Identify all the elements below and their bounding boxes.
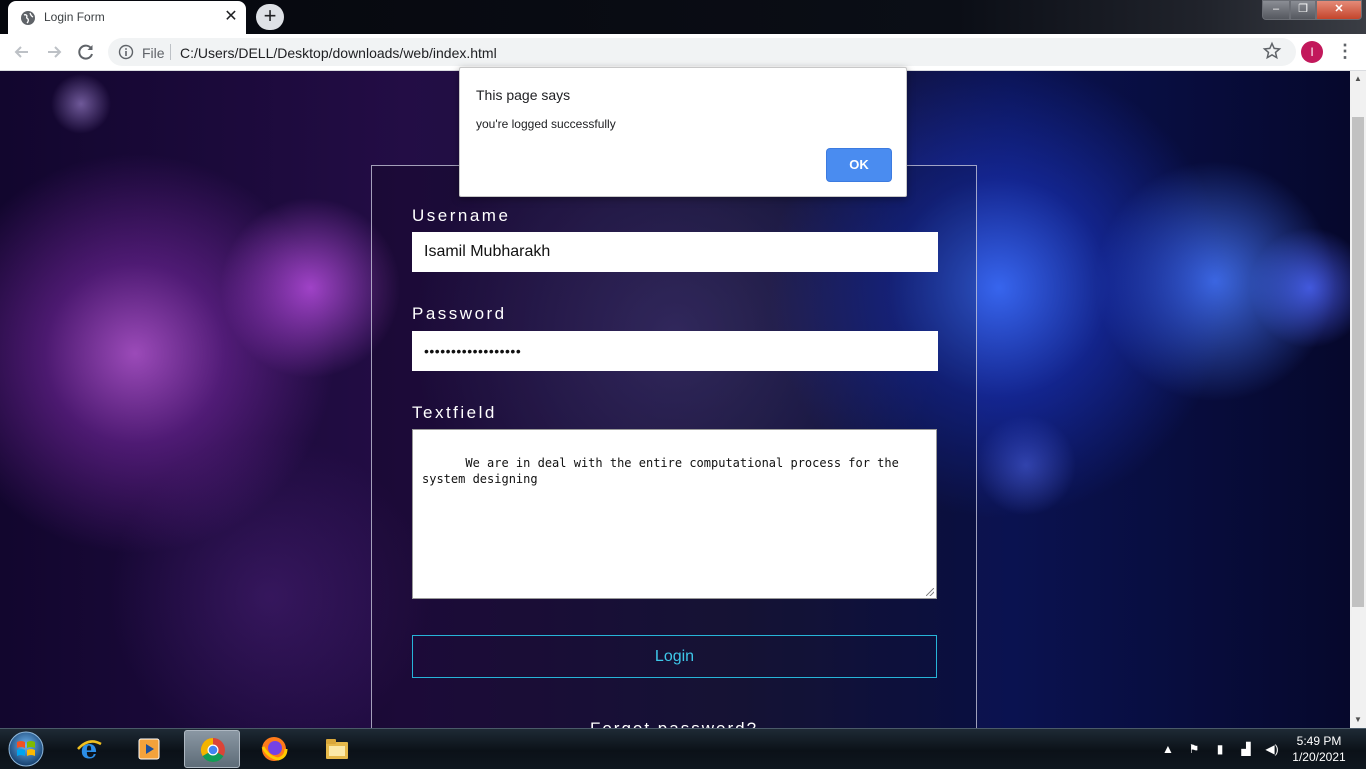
back-arrow-icon[interactable] (11, 41, 33, 63)
forward-arrow-icon[interactable] (43, 41, 65, 63)
taskbar-file-explorer[interactable] (309, 730, 365, 768)
action-center-flag-icon[interactable]: ⚑ (1186, 742, 1202, 756)
network-signal-icon[interactable]: ▟ (1238, 742, 1254, 756)
tab-close-icon[interactable]: ✕ (222, 8, 240, 26)
textfield-textarea[interactable]: We are in deal with the entire computati… (412, 429, 937, 599)
alert-ok-button[interactable]: OK (827, 149, 891, 181)
svg-text:e: e (81, 735, 98, 763)
address-bar[interactable]: File C:/Users/DELL/Desktop/downloads/web… (108, 38, 1296, 66)
username-input[interactable]: Isamil Mubharakh (412, 232, 938, 272)
login-form: Username Isamil Mubharakh Password •••••… (371, 165, 977, 728)
tab-title: Login Form (44, 10, 105, 24)
reload-icon[interactable] (75, 41, 97, 63)
scroll-up-arrow-icon[interactable]: ▲ (1350, 71, 1366, 87)
browser-toolbar: File C:/Users/DELL/Desktop/downloads/web… (0, 34, 1366, 71)
info-icon[interactable] (118, 44, 134, 60)
firefox-icon (261, 737, 288, 761)
resize-grip-icon[interactable] (926, 588, 934, 596)
taskbar-clock[interactable]: 5:49 PM 1/20/2021 (1284, 733, 1354, 765)
globe-icon (21, 11, 35, 25)
system-tray: ▲ ⚑ ▮ ▟ ◀) (1160, 739, 1280, 759)
scrollbar-thumb[interactable] (1352, 117, 1364, 607)
media-player-icon (138, 738, 160, 760)
password-label: Password (412, 304, 507, 323)
page-scrollbar[interactable]: ▲ ▼ (1350, 71, 1366, 728)
username-label: Username (412, 206, 511, 225)
login-button[interactable]: Login (412, 635, 937, 678)
menu-kebab-icon[interactable]: ⋮ (1336, 41, 1354, 63)
power-plug-icon[interactable]: ▮ (1212, 742, 1228, 756)
new-tab-button[interactable]: + (256, 4, 284, 30)
window-controls: – ❐ ✕ (1262, 0, 1362, 20)
address-scheme: File (142, 45, 165, 61)
maximize-button[interactable]: ❐ (1290, 0, 1316, 20)
internet-explorer-icon: e (77, 735, 102, 763)
taskbar-media-player[interactable] (121, 730, 177, 768)
tab-login-form[interactable]: Login Form ✕ (8, 1, 246, 34)
taskbar-internet-explorer[interactable]: e (61, 730, 117, 768)
alert-message: you're logged successfully (476, 117, 616, 131)
show-hidden-icons-icon[interactable]: ▲ (1160, 742, 1176, 756)
folder-icon (326, 739, 348, 759)
taskbar-chrome[interactable] (184, 730, 240, 768)
address-url[interactable]: C:/Users/DELL/Desktop/downloads/web/inde… (180, 45, 497, 61)
bookmark-star-icon[interactable] (1262, 41, 1282, 61)
profile-avatar[interactable]: I (1301, 41, 1323, 63)
browser-titlebar: Login Form ✕ + – ❐ ✕ (0, 0, 1366, 34)
windows-taskbar: e ▲ ⚑ ▮ ▟ ◀) 5:49 PM 1/20/2021 (0, 728, 1366, 769)
clock-time: 5:49 PM (1296, 734, 1342, 748)
password-input[interactable]: •••••••••••••••••• (412, 331, 938, 371)
alert-title: This page says (476, 87, 571, 103)
taskbar-firefox[interactable] (246, 730, 302, 768)
address-divider (170, 44, 171, 60)
windows-start-icon[interactable] (6, 729, 46, 769)
alert-dialog: This page says you're logged successfull… (459, 67, 907, 197)
volume-icon[interactable]: ◀) (1264, 742, 1280, 756)
forgot-password-link[interactable]: Forgot password? (372, 719, 976, 728)
textarea-content: We are in deal with the entire computati… (422, 456, 907, 486)
clock-date: 1/20/2021 (1292, 750, 1346, 764)
minimize-button[interactable]: – (1262, 0, 1290, 20)
scroll-down-arrow-icon[interactable]: ▼ (1350, 712, 1366, 728)
chrome-icon (200, 738, 225, 763)
textfield-label: Textfield (412, 403, 497, 422)
close-window-button[interactable]: ✕ (1316, 0, 1362, 20)
